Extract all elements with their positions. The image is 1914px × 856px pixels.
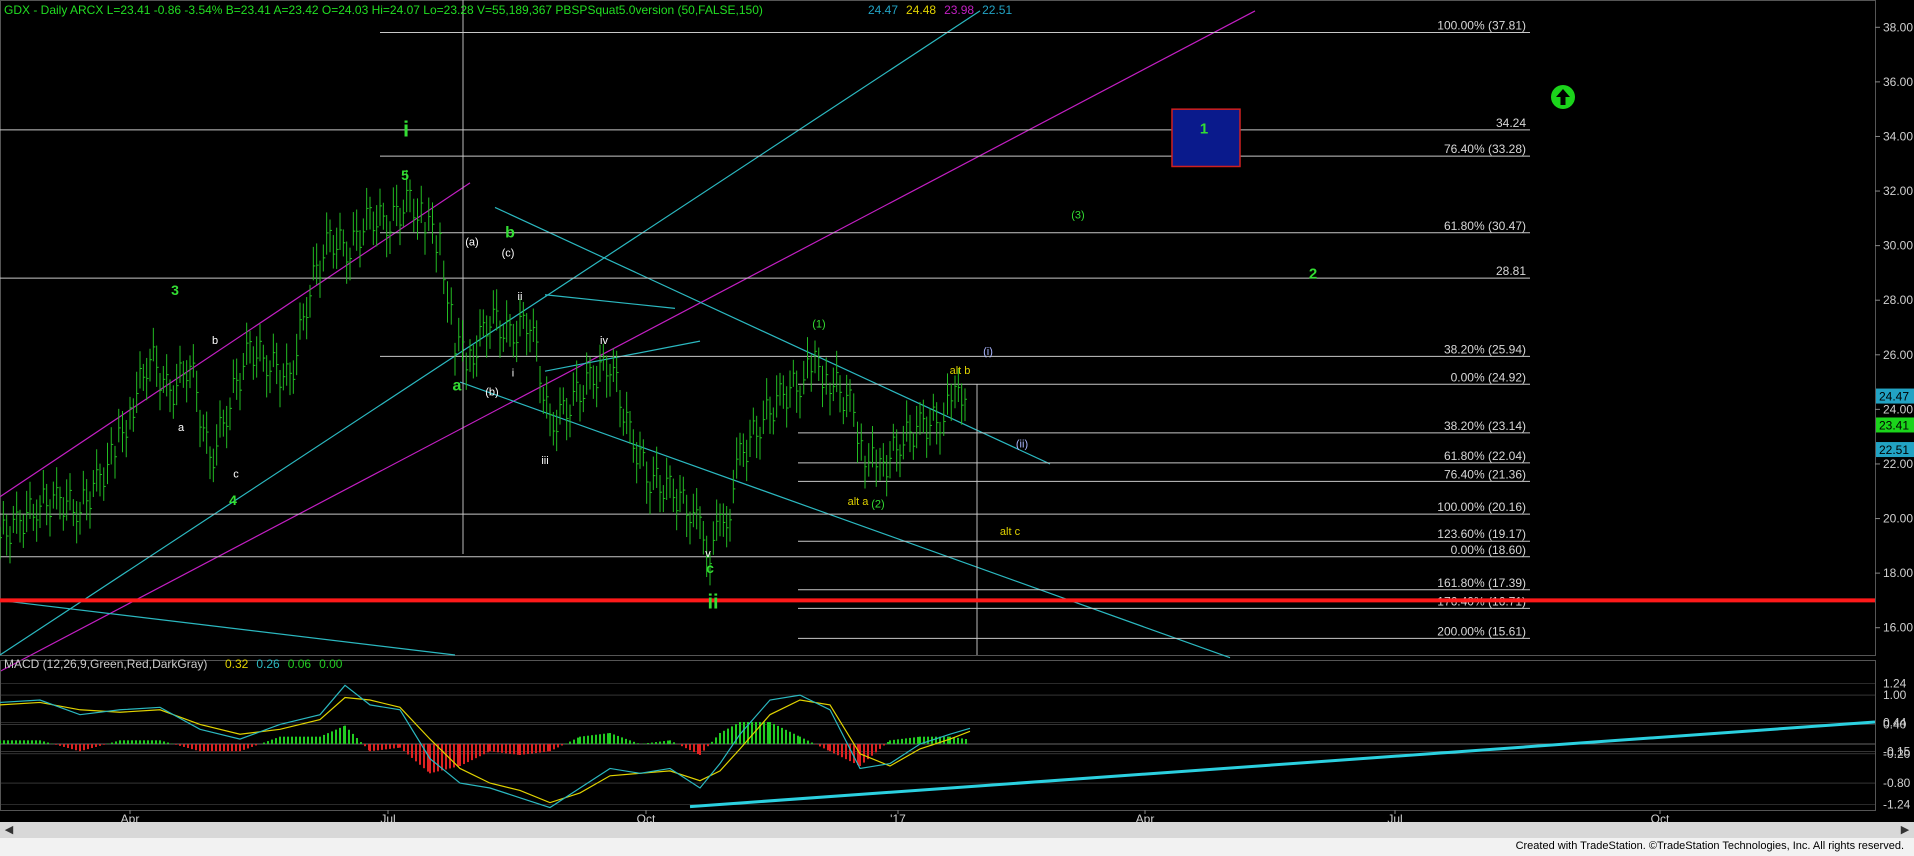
fib-level-label: 200.00% (15.61)	[1437, 624, 1526, 638]
y-axis-tick-label: 16.00	[1883, 621, 1913, 635]
price-tag-label: 22.51	[1879, 443, 1909, 457]
wave-label: i	[512, 368, 514, 380]
y-axis-tick-label: 30.00	[1883, 239, 1913, 253]
wave-label: i	[403, 116, 409, 141]
wave-label: a	[178, 422, 185, 434]
fib-level-label: 161.80% (17.39)	[1437, 576, 1526, 590]
wave-label: a	[453, 377, 462, 394]
fib-level-label: 0.00% (24.92)	[1451, 370, 1526, 384]
macd-value: 0.32	[225, 657, 249, 671]
y-axis-tick-label: 18.00	[1883, 566, 1913, 580]
wave-label: (ii)	[1016, 439, 1028, 451]
y-axis-tick-label: 36.00	[1883, 75, 1913, 89]
x-axis-tick-label: '17	[890, 812, 906, 822]
wave-label: c	[706, 560, 714, 576]
fib-level-label: 100.00% (20.16)	[1437, 500, 1526, 514]
indicator-value: 23.98	[944, 3, 974, 17]
fib-level-label: 61.80% (22.04)	[1444, 449, 1526, 463]
scroll-left-icon[interactable]: ◀	[2, 823, 16, 837]
macd-tick-label: -1.24	[1883, 798, 1911, 812]
footer: Created with TradeStation. ©TradeStation…	[0, 838, 1914, 856]
price-tag-label: 23.41	[1879, 418, 1909, 432]
macd-value: 0.06	[288, 657, 312, 671]
macd-value: 0.00	[319, 657, 343, 671]
indicator-value: 24.47	[868, 3, 898, 17]
wave-label: 2	[1309, 265, 1317, 282]
y-axis-tick-label: 20.00	[1883, 512, 1913, 526]
wave-label: (b)	[485, 387, 498, 399]
wave-label: (2)	[871, 499, 884, 511]
wave-label: 5	[401, 167, 409, 183]
fib-level-label: 100.00% (37.81)	[1437, 18, 1526, 32]
macd-tick-label: 1.00	[1883, 688, 1907, 702]
wave-label: iii	[541, 455, 548, 467]
y-axis-tick-label: 34.00	[1883, 129, 1913, 143]
symbol-label: GDX - Daily ARCX L=23.41 -0.86 -3.54% B=…	[4, 3, 763, 17]
wave-label: (a)	[465, 237, 478, 249]
target-box	[1171, 108, 1241, 168]
macd-label: MACD (12,26,9,Green,Red,DarkGray)	[4, 657, 207, 671]
wave-label: ii	[518, 291, 523, 303]
wave-label: 3	[171, 282, 179, 298]
wave-label: c	[233, 469, 239, 481]
fib-level-label: 76.40% (33.28)	[1444, 142, 1526, 156]
x-axis-tick-label: Apr	[121, 812, 140, 822]
wave-label: alt c	[1000, 526, 1021, 538]
x-axis-tick-label: Jul	[1387, 812, 1402, 822]
wave-label: 4	[229, 492, 237, 508]
fib-level-label: 0.00% (18.60)	[1451, 543, 1526, 557]
y-axis-tick-label: 32.00	[1883, 184, 1913, 198]
fib-level-label: 38.20% (25.94)	[1444, 342, 1526, 356]
fib-level-label: 76.40% (21.36)	[1444, 467, 1526, 481]
x-axis-tick-label: Oct	[1651, 812, 1670, 822]
wave-label: ii	[707, 592, 718, 614]
indicator-value: 22.51	[982, 3, 1012, 17]
wave-label: v	[705, 548, 711, 560]
price-tag-label: 24.47	[1879, 390, 1909, 404]
wave-label: (1)	[812, 319, 825, 331]
horizontal-scrollbar[interactable]: ◀ ▶	[0, 822, 1914, 838]
wave-label: alt b	[950, 365, 971, 377]
macd-tick-label: -0.20	[1883, 747, 1911, 761]
fib-level-label: 61.80% (30.47)	[1444, 219, 1526, 233]
macd-tick-label: -0.80	[1883, 776, 1911, 790]
green-up-arrow-icon	[1551, 85, 1575, 109]
macd-tick-label: 0.40	[1883, 717, 1907, 731]
wave-label: b	[212, 335, 218, 347]
chart-canvas[interactable]: 38.0036.0034.0032.0030.0028.0026.0024.00…	[0, 0, 1914, 822]
y-axis-tick-label: 28.00	[1883, 293, 1913, 307]
fib-level-label: 34.24	[1496, 116, 1526, 130]
y-axis-tick-label: 26.00	[1883, 348, 1913, 362]
footer-credit: Created with TradeStation. ©TradeStation…	[1515, 840, 1904, 852]
x-axis-tick-label: Apr	[1136, 812, 1155, 822]
fib-level-label: 28.81	[1496, 264, 1526, 278]
wave-label: (i)	[983, 346, 993, 358]
y-axis-tick-label: 24.00	[1883, 402, 1913, 416]
y-axis-tick-label: 38.00	[1883, 20, 1913, 34]
fib-level-label: 38.20% (23.14)	[1444, 419, 1526, 433]
wave-label: (3)	[1071, 209, 1084, 221]
y-axis-tick-label: 22.00	[1883, 457, 1913, 471]
wave-label: 1	[1200, 121, 1208, 138]
scroll-right-icon[interactable]: ▶	[1898, 823, 1912, 837]
macd-value: 0.26	[256, 657, 280, 671]
x-axis-tick-label: Oct	[637, 812, 656, 822]
wave-label: iv	[600, 335, 608, 347]
wave-label: b	[505, 224, 515, 241]
wave-label: (c)	[502, 248, 515, 260]
wave-label: alt a	[848, 496, 870, 508]
x-axis-tick-label: Jul	[380, 812, 395, 822]
fib-level-label: 123.60% (19.17)	[1437, 527, 1526, 541]
indicator-value: 24.48	[906, 3, 936, 17]
